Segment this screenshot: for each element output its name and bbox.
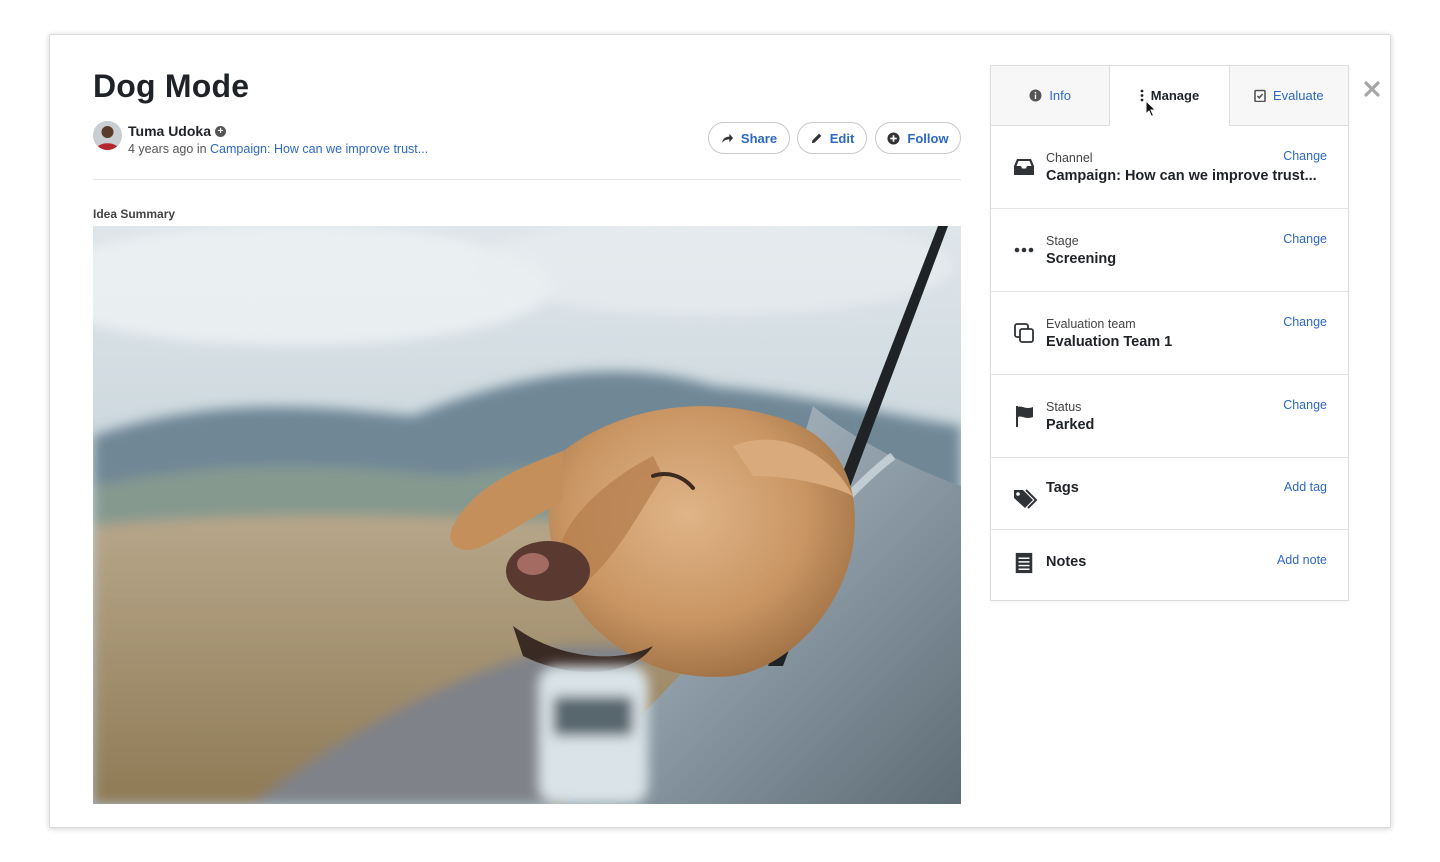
change-status-link[interactable]: Change xyxy=(1283,398,1327,412)
in-word: in xyxy=(196,142,207,156)
clipboard-check-icon xyxy=(1254,89,1266,102)
edit-label: Edit xyxy=(829,130,855,146)
close-icon[interactable] xyxy=(1362,79,1382,99)
time-ago: 4 years ago xyxy=(128,142,194,156)
stage-row: Stage Screening Change xyxy=(991,209,1348,292)
status-value: Parked xyxy=(1046,417,1095,433)
pencil-icon xyxy=(811,133,822,143)
edit-button[interactable]: Edit xyxy=(797,122,867,154)
follow-label: Follow xyxy=(907,130,949,146)
tab-evaluate-label: Evaluate xyxy=(1273,88,1324,103)
tab-evaluate[interactable]: Evaluate xyxy=(1229,66,1348,125)
author-name[interactable]: Tuma Udoka xyxy=(128,123,211,139)
idea-modal: Dog Mode Tuma Udoka + 4 years ago in Cam… xyxy=(49,34,1391,828)
tab-info[interactable]: Info xyxy=(991,66,1111,125)
inbox-icon xyxy=(1014,159,1034,175)
channel-row: Channel Campaign: How can we improve tru… xyxy=(991,126,1348,209)
tab-manage[interactable]: Manage xyxy=(1110,66,1230,126)
tags-label: Tags xyxy=(1046,480,1079,496)
share-arrow-icon xyxy=(721,133,733,143)
change-evaluation-team-link[interactable]: Change xyxy=(1283,315,1327,329)
info-icon xyxy=(1029,89,1042,102)
tags-row: Tags Add tag xyxy=(991,458,1348,530)
author-badge-icon: + xyxy=(215,126,226,137)
campaign-link[interactable]: Campaign: How can we improve trust... xyxy=(210,142,428,156)
stage-label: Stage xyxy=(1046,234,1079,248)
share-label: Share xyxy=(740,130,778,146)
ellipsis-icon xyxy=(1014,247,1034,253)
flag-icon xyxy=(1016,406,1033,427)
notes-label: Notes xyxy=(1046,554,1087,570)
evaluation-team-row: Evaluation team Evaluation Team 1 Change xyxy=(991,292,1348,375)
evaluation-team-value: Evaluation Team 1 xyxy=(1046,334,1173,350)
change-channel-link[interactable]: Change xyxy=(1283,149,1327,163)
page-title: Dog Mode xyxy=(93,68,250,104)
channel-value: Campaign: How can we improve trust... xyxy=(1046,168,1317,184)
idea-image xyxy=(93,226,961,804)
share-button[interactable]: Share xyxy=(708,122,790,154)
avatar[interactable] xyxy=(93,121,122,150)
idea-meta: 4 years ago in Campaign: How can we impr… xyxy=(128,142,428,156)
status-row: Status Parked Change xyxy=(991,375,1348,458)
manage-panel: Info Manage Evaluate Channel Campaign: H… xyxy=(990,65,1349,601)
status-label: Status xyxy=(1046,400,1082,414)
add-tag-link[interactable]: Add tag xyxy=(1284,480,1327,494)
plus-circle-icon xyxy=(887,131,900,145)
add-note-link[interactable]: Add note xyxy=(1277,553,1327,567)
tab-info-label: Info xyxy=(1049,88,1071,103)
follow-button[interactable]: Follow xyxy=(875,122,961,154)
summary-label: Idea Summary xyxy=(93,207,176,221)
tab-manage-label: Manage xyxy=(1150,88,1200,103)
stage-value: Screening xyxy=(1046,251,1117,267)
evaluation-team-label: Evaluation team xyxy=(1046,317,1136,331)
tags-icon xyxy=(1014,489,1038,509)
notes-icon xyxy=(1015,552,1033,574)
mouse-cursor-icon xyxy=(1145,100,1157,118)
copy-icon xyxy=(1014,323,1034,343)
panel-tabs: Info Manage Evaluate xyxy=(991,66,1348,126)
notes-row: Notes Add note xyxy=(991,530,1348,602)
header-divider xyxy=(93,179,961,180)
channel-label: Channel xyxy=(1046,151,1093,165)
kebab-icon xyxy=(1140,89,1144,102)
change-stage-link[interactable]: Change xyxy=(1283,232,1327,246)
